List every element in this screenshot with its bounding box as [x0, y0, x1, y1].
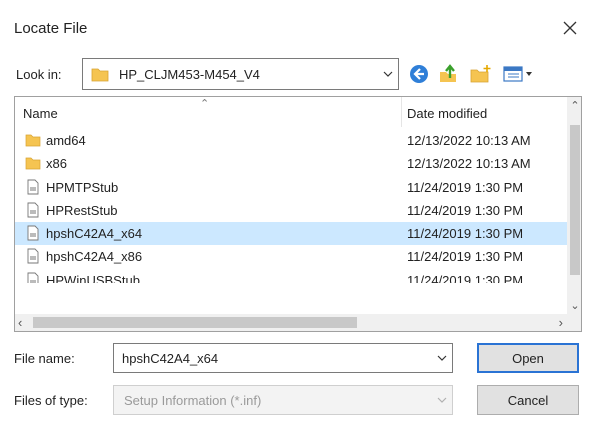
- item-name: HPRestStub: [46, 202, 118, 218]
- dialog-title: Locate File: [14, 20, 88, 37]
- scroll-right-icon[interactable]: ›: [559, 315, 563, 330]
- list-item[interactable]: HPRestStub 11/24/2019 1:30 PM: [15, 199, 567, 222]
- scroll-up-icon[interactable]: ⌃: [567, 99, 581, 112]
- folder-icon: [25, 132, 41, 153]
- file-type-label: Files of type:: [14, 393, 88, 408]
- file-type-dropdown[interactable]: Setup Information (*.inf): [113, 385, 453, 415]
- close-button[interactable]: [547, 8, 593, 48]
- open-button[interactable]: Open: [477, 343, 579, 373]
- sort-ascending-icon: ⌃: [200, 98, 210, 110]
- item-name: x86: [46, 156, 67, 172]
- folder-icon: [25, 155, 41, 176]
- item-name: HPWinUSBStub: [46, 272, 140, 283]
- file-list[interactable]: Name ⌃ Date modified amd64 12/13/2022 10…: [14, 96, 582, 332]
- scroll-left-icon[interactable]: ‹: [18, 315, 22, 330]
- chevron-down-icon: [378, 71, 398, 77]
- item-name: HPMTPStub: [46, 179, 119, 195]
- item-date: 11/24/2019 1:30 PM: [407, 179, 524, 195]
- setup-file-icon: [25, 272, 41, 283]
- list-item[interactable]: hpshC42A4_x86 11/24/2019 1:30 PM: [15, 245, 567, 268]
- look-in-value: HP_CLJM453-M454_V4: [119, 66, 260, 82]
- list-item[interactable]: HPMTPStub 11/24/2019 1:30 PM: [15, 176, 567, 199]
- chevron-down-icon: [432, 397, 452, 403]
- list-item-selected[interactable]: hpshC42A4_x64 11/24/2019 1:30 PM: [15, 222, 567, 246]
- item-name: amd64: [46, 133, 86, 148]
- vertical-scrollbar[interactable]: ⌃ ⌄: [567, 97, 581, 314]
- item-date: 11/24/2019 1:30 PM: [407, 226, 524, 242]
- setup-file-icon: [25, 202, 41, 223]
- look-in-label: Look in:: [16, 67, 62, 82]
- item-name: hpshC42A4_x86: [46, 249, 143, 265]
- column-header-name[interactable]: Name: [23, 106, 58, 121]
- vertical-scroll-thumb[interactable]: [570, 125, 580, 275]
- up-folder-icon: [440, 64, 456, 82]
- close-icon: [563, 21, 577, 35]
- list-item[interactable]: x86 12/13/2022 10:13 AM: [15, 152, 567, 175]
- up-one-level-button[interactable]: [436, 60, 460, 88]
- horizontal-scroll-thumb[interactable]: [33, 317, 357, 328]
- item-name: hpshC42A4_x64: [46, 226, 143, 242]
- column-divider[interactable]: [401, 97, 402, 127]
- scroll-down-icon[interactable]: ⌄: [567, 299, 581, 312]
- item-date: 12/13/2022 10:13 AM: [407, 133, 531, 148]
- file-name-input[interactable]: [122, 345, 432, 371]
- horizontal-scrollbar[interactable]: ‹ ›: [15, 314, 567, 331]
- view-menu-icon: [503, 66, 532, 82]
- file-name-combo[interactable]: [113, 343, 453, 373]
- item-date: 11/24/2019 1:30 PM: [407, 202, 524, 218]
- column-header-date[interactable]: Date modified: [407, 106, 487, 121]
- views-menu-button[interactable]: [499, 60, 539, 88]
- cancel-button[interactable]: Cancel: [477, 385, 579, 415]
- chevron-down-icon[interactable]: [432, 355, 452, 361]
- item-date: 12/13/2022 10:13 AM: [407, 156, 531, 172]
- new-folder-button[interactable]: [467, 60, 495, 88]
- setup-file-icon: [25, 179, 41, 200]
- file-name-label: File name:: [14, 351, 75, 366]
- item-date: 11/24/2019 1:30 PM: [407, 249, 524, 265]
- file-type-value: Setup Information (*.inf): [124, 392, 262, 408]
- setup-file-icon: [25, 248, 41, 269]
- scrollbar-corner: [567, 314, 581, 331]
- new-folder-icon: [470, 65, 491, 83]
- title-bar: Locate File: [0, 0, 593, 58]
- setup-file-icon: [25, 225, 41, 246]
- look-in-dropdown[interactable]: HP_CLJM453-M454_V4: [82, 58, 399, 90]
- file-rows: amd64 12/13/2022 10:13 AM x86 12/13/2022…: [15, 129, 567, 283]
- folder-icon: [91, 68, 109, 82]
- list-header: Name ⌃ Date modified: [15, 97, 567, 127]
- list-item[interactable]: amd64 12/13/2022 10:13 AM: [15, 129, 567, 152]
- back-button[interactable]: [406, 60, 432, 88]
- item-date: 11/24/2019 1:30 PM: [407, 272, 524, 283]
- list-item[interactable]: HPWinUSBStub 11/24/2019 1:30 PM: [15, 269, 567, 283]
- back-arrow-icon: [410, 65, 428, 83]
